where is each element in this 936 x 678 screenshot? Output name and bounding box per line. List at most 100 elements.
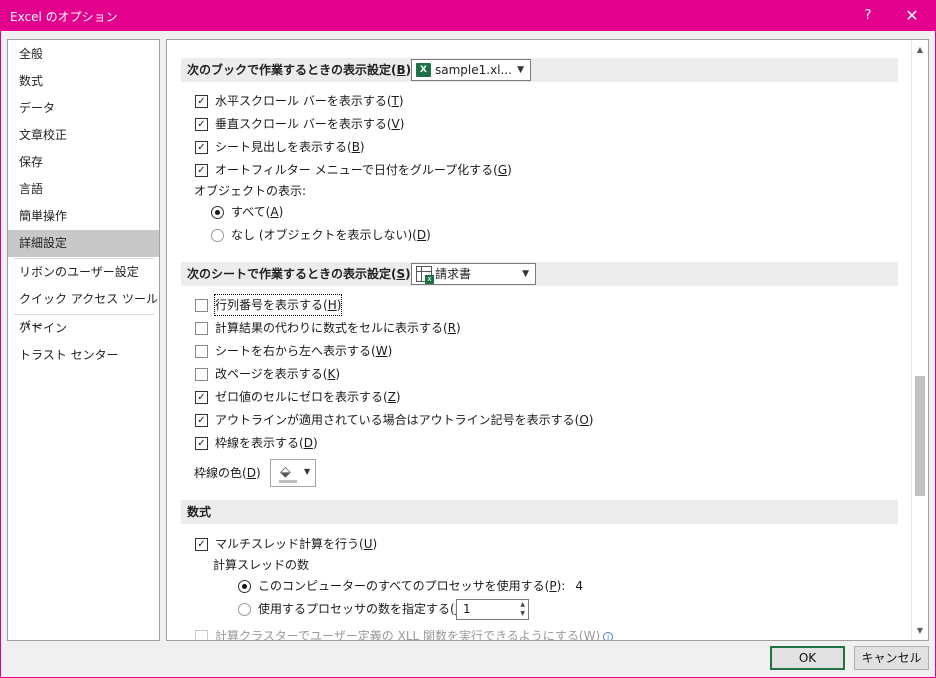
checkbox-checked[interactable]: ✓ (195, 164, 208, 177)
sidebar-item-language[interactable]: 言語 (8, 176, 159, 203)
processor-count-spinner[interactable]: 1 ▲ ▼ (456, 599, 529, 620)
label-accesskey: P (549, 579, 557, 593)
label-text: なし (オブジェクトを表示しない)( (231, 228, 417, 242)
option-label: 枠線を表示する(D) (215, 433, 318, 453)
book-display-section-header: 次のブックで作業するときの表示設定(B): X sample1.xl... ▼ (181, 58, 898, 82)
label-text: ) (335, 367, 341, 381)
checkbox-unchecked[interactable] (195, 299, 208, 312)
option-label: オートフィルター メニューで日付をグループ化する(G) (215, 160, 512, 180)
label-accesskey: V (391, 117, 400, 131)
sidebar-item-data[interactable]: データ (8, 95, 159, 122)
option-label: 計算結果の代わりに数式をセルに表示する(R) (215, 318, 461, 338)
label-text: ) (255, 466, 261, 480)
radio-unselected[interactable] (211, 229, 224, 242)
sidebar-item-quick-access-toolbar[interactable]: クイック アクセス ツール バー (8, 286, 159, 333)
title-bar: Excel のオプション ? ✕ (0, 0, 936, 31)
label-text: ) (395, 390, 401, 404)
label-accesskey: B (351, 140, 360, 154)
info-icon[interactable]: i (603, 631, 614, 640)
checkbox-unchecked[interactable] (195, 345, 208, 358)
checkbox-checked[interactable]: ✓ (195, 414, 208, 427)
label-text: ) (312, 436, 318, 450)
label-text: 水平スクロール バーを表示する( (215, 94, 392, 108)
workbook-select-value: sample1.xl... (435, 63, 512, 77)
label-text: ) (398, 94, 404, 108)
label-text: 計算クラスターでユーザー定義の XLL 関数を実行できるようにする( (215, 629, 584, 641)
label-accesskey: D (416, 228, 427, 242)
ok-button[interactable]: OK (770, 646, 845, 670)
option-label: ゼロ値のセルにゼロを表示する(Z) (215, 387, 401, 407)
label-text: マルチスレッド計算を行う( (215, 537, 364, 551)
close-button[interactable]: ✕ (890, 0, 934, 31)
option-label: 改ページを表示する(K) (215, 364, 340, 384)
options-content-panel: 次のブックで作業するときの表示設定(B): X sample1.xl... ▼ … (166, 39, 929, 641)
option-label: シート見出しを表示する(B) (215, 137, 365, 157)
scroll-up-icon[interactable]: ▲ (912, 41, 928, 58)
spinner-up-icon[interactable]: ▲ (520, 601, 525, 609)
objects-display-label: オブジェクトの表示: (194, 184, 307, 198)
checkbox-checked[interactable]: ✓ (195, 118, 208, 131)
checkbox-checked[interactable]: ✓ (195, 95, 208, 108)
radio-selected[interactable] (211, 206, 224, 219)
sidebar-item-accessibility[interactable]: 簡単操作 (8, 203, 159, 230)
sidebar-item-proofing[interactable]: 文章校正 (8, 122, 159, 149)
label-accesskey: A (270, 205, 279, 219)
label-text: 枠線を表示する( (215, 436, 304, 450)
sidebar-item-advanced[interactable]: 詳細設定 (8, 230, 159, 257)
checkbox-unchecked[interactable] (195, 322, 208, 335)
checkbox-checked[interactable]: ✓ (195, 391, 208, 404)
checkbox-checked[interactable]: ✓ (195, 141, 208, 154)
label-text: ) (588, 413, 594, 427)
spinner-down-icon[interactable]: ▼ (520, 610, 525, 618)
window-title: Excel のオプション (10, 10, 118, 24)
label-accesskey: T (391, 94, 399, 108)
help-button[interactable]: ? (846, 0, 890, 31)
checkbox-checked[interactable]: ✓ (195, 538, 208, 551)
checkbox-checked[interactable]: ✓ (195, 437, 208, 450)
label-text: 使用するプロセッサの数を指定する( (258, 602, 455, 616)
label-text: ) (456, 321, 461, 335)
checkbox-unchecked[interactable] (195, 630, 208, 640)
sheet-display-section-header: 次のシートで作業するときの表示設定(S): x 請求書 ▼ (181, 262, 898, 286)
checkbox-unchecked[interactable] (195, 368, 208, 381)
sidebar-item-customize-ribbon[interactable]: リボンのユーザー設定 (8, 259, 159, 286)
label-accesskey: Z (387, 390, 396, 404)
category-sidebar: 全般 数式 データ 文章校正 保存 言語 簡単操作 詳細設定 リボンのユーザー設… (7, 39, 160, 641)
workbook-select[interactable]: X sample1.xl... ▼ (411, 59, 531, 81)
label-text: 計算結果の代わりに数式をセルに表示する( (215, 321, 448, 335)
gridline-color-label: 枠線の色(D) (194, 463, 261, 483)
label-text: オートフィルター メニューで日付をグループ化する( (215, 163, 498, 177)
label-text: ) (387, 344, 393, 358)
option-label: 行列番号を表示する(H) (213, 294, 343, 316)
chevron-down-icon: ▼ (517, 65, 524, 75)
label-accesskey: H (327, 298, 337, 312)
option-label: 水平スクロール バーを表示する(T) (215, 91, 404, 111)
section-header-text: 次のブックで作業するときの表示設定( (187, 63, 397, 77)
option-label: アウトラインが適用されている場合はアウトライン記号を表示する(O) (215, 410, 593, 430)
option-label: 計算クラスターでユーザー定義の XLL 関数を実行できるようにする(W) i (215, 626, 614, 641)
content-scrollbar[interactable]: ▲ ▼ (911, 40, 928, 640)
label-text: ) (359, 140, 365, 154)
label-text: ) (426, 228, 431, 242)
radio-unselected[interactable] (238, 603, 251, 616)
radio-selected[interactable] (238, 580, 251, 593)
sidebar-item-addins[interactable]: アドイン (8, 315, 159, 342)
section-header-accesskey: S (396, 267, 406, 281)
section-header-accesskey: B (396, 63, 406, 77)
scroll-down-icon[interactable]: ▼ (912, 622, 928, 639)
gridline-color-picker[interactable]: ⬙ ▼ (270, 459, 316, 487)
label-text: ): (556, 579, 566, 593)
cancel-button[interactable]: キャンセル (854, 646, 929, 670)
sidebar-item-general[interactable]: 全般 (8, 41, 159, 68)
scrollbar-thumb[interactable] (915, 376, 925, 496)
label-accesskey: D (303, 436, 313, 450)
sidebar-item-trust-center[interactable]: トラスト センター (8, 342, 159, 369)
label-text: ) (278, 205, 284, 219)
label-text: すべて( (231, 205, 271, 219)
spinner-value: 1 (463, 602, 471, 616)
sidebar-item-formulas[interactable]: 数式 (8, 68, 159, 95)
sidebar-item-save[interactable]: 保存 (8, 149, 159, 176)
label-accesskey: W (583, 629, 596, 641)
worksheet-select[interactable]: x 請求書 ▼ (411, 263, 536, 285)
chevron-down-icon: ▼ (304, 467, 311, 476)
